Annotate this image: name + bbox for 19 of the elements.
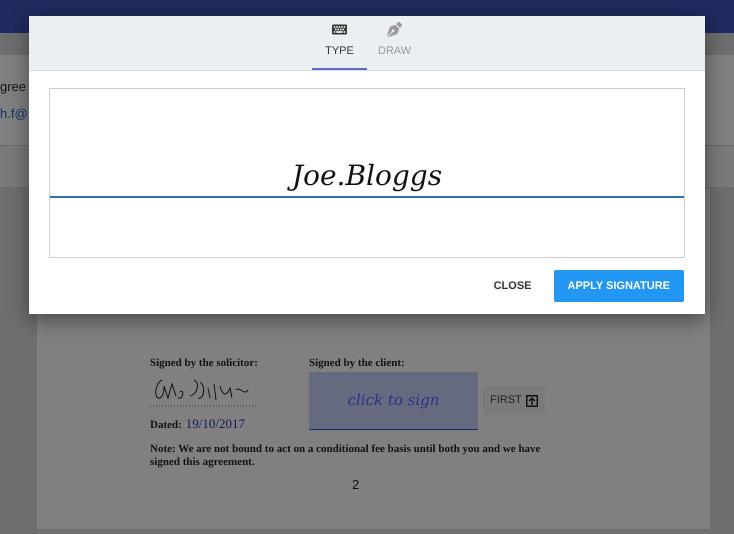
pen-icon — [387, 22, 402, 36]
typed-signature: Joe.Bloggs — [286, 156, 448, 196]
solicitor-label: Signed by the solicitor: — [150, 356, 259, 371]
dated-label: Dated: — [150, 418, 182, 432]
tab[interactable]: DRAW — [367, 15, 422, 70]
dated-value: 19/10/2017 — [186, 414, 246, 432]
keyboard-icon — [332, 22, 347, 36]
first-button[interactable]: FIRST — [483, 386, 545, 415]
tab[interactable]: TYPE — [312, 15, 367, 70]
apply-signature-button[interactable]: APPLY SIGNATURE — [554, 270, 684, 302]
page-number: 2 — [352, 476, 360, 494]
client-label: Signed by the client: — [309, 356, 406, 371]
note-text: Note: We are not bound to act on a conditional fee basis until both you and we have signed this agreement. — [150, 443, 542, 469]
header-text: gree — [0, 78, 26, 96]
close-button[interactable]: CLOSE — [480, 270, 546, 302]
signature-pad[interactable]: Joe.Bloggs — [49, 88, 685, 258]
sign-field[interactable]: click to sign — [309, 372, 478, 430]
email-link[interactable]: h.f@ — [0, 104, 28, 124]
arrow-up-icon — [526, 394, 538, 406]
